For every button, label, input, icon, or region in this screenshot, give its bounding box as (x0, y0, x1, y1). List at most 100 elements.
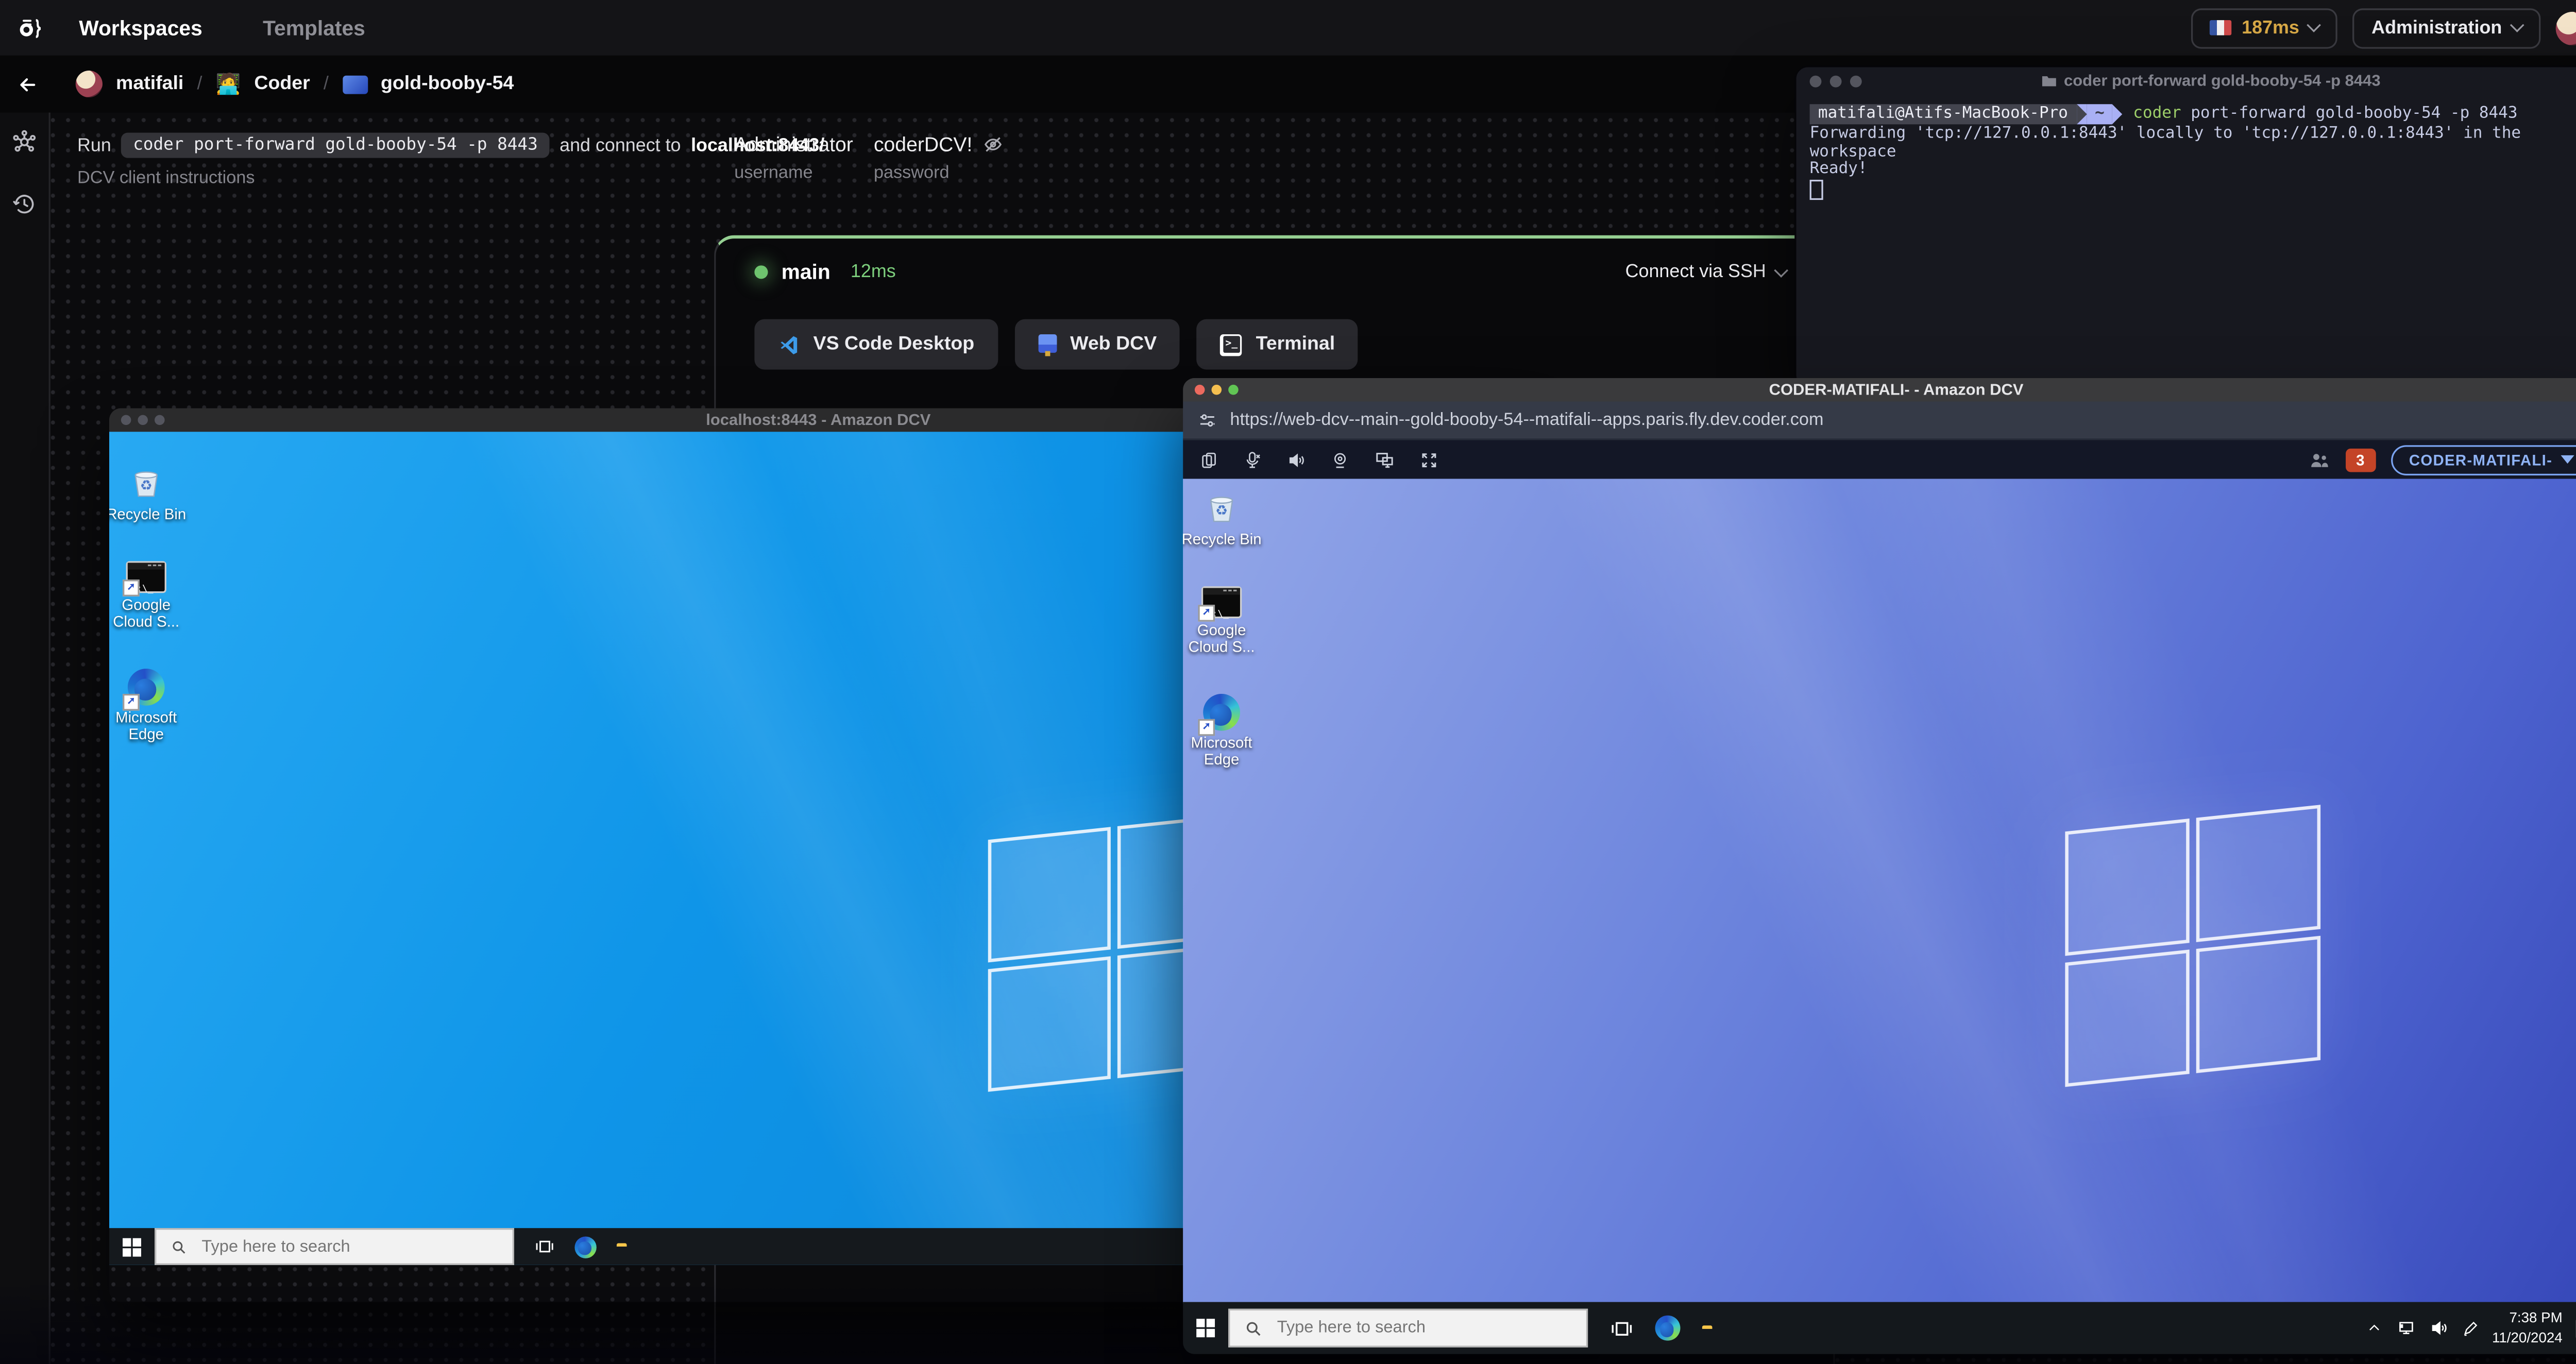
url-text[interactable]: https://web-dcv--main--gold-booby-54--ma… (1230, 410, 2564, 430)
web-dcv-button[interactable]: Web DCV (1014, 319, 1180, 370)
terminal-label: Terminal (1256, 334, 1335, 355)
site-info-icon[interactable] (1198, 411, 1216, 429)
windows-taskbar-web: 7:38 PM 11/20/2024 1 (1183, 1302, 2576, 1354)
connect-via-ssh-label: Connect via SSH (1625, 262, 1766, 282)
start-button[interactable] (1196, 1319, 1215, 1338)
agent-row: main 12ms Connect via SSH (716, 238, 1833, 284)
windows-hero-logo (2065, 805, 2321, 1087)
eye-off-icon[interactable] (982, 134, 1003, 155)
password-value[interactable]: coderDCV! (874, 133, 972, 157)
breadcrumb-user[interactable]: matifali (116, 74, 183, 94)
coder-topbar: Workspaces Templates 187ms Administratio… (0, 0, 2576, 57)
user-avatar[interactable] (2555, 11, 2576, 45)
dropdown-triangle-icon (2561, 455, 2574, 464)
terminal-output-line: Ready! (1809, 159, 1868, 178)
desktop-icon-microsoft-edge[interactable]: ➚ Microsoft Edge (1183, 693, 1265, 769)
tray-chevron-icon[interactable] (2366, 1321, 2383, 1336)
latency-menu[interactable]: 187ms (2191, 7, 2338, 48)
displays-icon[interactable] (1375, 449, 1395, 469)
username-value[interactable]: Administrator (734, 133, 853, 157)
wallpaper-beam (1183, 479, 2576, 1304)
terminal-window: coder port-forward gold-booby-54 -p 8443… (1794, 65, 2576, 388)
agent-status-dot (754, 265, 768, 279)
terminal-icon: >_ (1221, 333, 1243, 355)
network-icon[interactable] (2396, 1319, 2416, 1337)
breadcrumb-workspace[interactable]: gold-booby-54 (381, 74, 514, 94)
command-prompt-icon: C:\_ ➚ (123, 560, 166, 596)
icon-label: Google Cloud S... (1188, 621, 1255, 656)
administration-menu[interactable]: Administration (2353, 7, 2541, 48)
history-icon[interactable] (12, 192, 37, 217)
workspace-thumbnail-icon (342, 75, 367, 94)
org-icon: 🧑‍💻 (215, 72, 241, 96)
desktop-icon-recycle-bin[interactable]: ♻ Recycle Bin (109, 465, 190, 523)
icon-label: Recycle Bin (109, 505, 187, 523)
password-field: coderDCV! password (874, 133, 1003, 183)
breadcrumb-separator: / (323, 74, 329, 94)
pen-icon[interactable] (2462, 1320, 2479, 1337)
speaker-icon[interactable] (1287, 449, 1306, 469)
clock-date: 11/20/2024 (2492, 1328, 2563, 1345)
workspace-sidebar (0, 112, 50, 1364)
chevron-down-icon (2307, 18, 2322, 32)
fullscreen-icon[interactable] (1420, 449, 1438, 469)
password-label: password (873, 163, 950, 183)
search-input[interactable] (1274, 1317, 1499, 1339)
nav-workspaces[interactable]: Workspaces (79, 16, 202, 40)
webcam-icon[interactable] (1331, 449, 1349, 469)
connect-middle: and connect to (560, 135, 681, 156)
username-field: Administrator username (734, 133, 853, 183)
shortcut-arrow-icon: ➚ (123, 693, 140, 711)
vscode-desktop-label: VS Code Desktop (813, 334, 975, 355)
clipboard-icon[interactable] (1200, 449, 1218, 469)
run-prefix: Run (77, 135, 111, 156)
desktop-icon-google-cloud-sdk[interactable]: C:\_ ➚ Google Cloud S... (1183, 585, 1265, 657)
start-button[interactable] (123, 1237, 141, 1256)
shortcut-arrow-icon: ➚ (123, 578, 140, 596)
folder-icon (2042, 76, 2057, 87)
terminal-titlebar[interactable]: coder port-forward gold-booby-54 -p 8443 (1797, 67, 2576, 94)
france-flag-icon (2210, 20, 2232, 36)
latency-value: 187ms (2242, 18, 2299, 38)
svg-text:♻: ♻ (140, 478, 152, 493)
desktop-icon-microsoft-edge[interactable]: ➚ Microsoft Edge (109, 668, 190, 744)
breadcrumb-org[interactable]: Coder (254, 74, 310, 94)
collaborators-icon[interactable] (2308, 449, 2330, 469)
back-arrow-icon[interactable] (17, 73, 39, 95)
task-view-icon[interactable] (1609, 1316, 1633, 1340)
shortcut-arrow-icon: ➚ (1198, 719, 1215, 736)
search-icon (1246, 1321, 1261, 1335)
terminal-content[interactable]: matifali@Atifs-MacBook-Pro ~ coder port-fo… (1797, 94, 2576, 209)
connect-via-ssh-button[interactable]: Connect via SSH (1625, 262, 1789, 282)
taskbar-search[interactable] (155, 1228, 515, 1265)
chevron-down-icon (2510, 18, 2524, 32)
task-view-icon[interactable] (534, 1236, 554, 1256)
dcv-client-instructions-link[interactable]: DCV client instructions (77, 168, 824, 188)
taskbar-edge[interactable] (1655, 1315, 1681, 1341)
username-label: username (734, 163, 813, 183)
desktop-icon-google-cloud-sdk[interactable]: C:\_ ➚ Google Cloud S... (109, 560, 190, 632)
dcv-web-titlebar[interactable]: CODER-MATIFALI- - Amazon DCV (1183, 378, 2576, 402)
screen: Workspaces Templates 187ms Administratio… (0, 0, 2576, 1364)
port-forward-command[interactable]: coder port-forward gold-booby-54 -p 8443 (121, 132, 550, 158)
microphone-muted-icon[interactable] (1243, 449, 1262, 469)
agent-apps: VS Code Desktop Web DCV >_ Terminal (716, 284, 1833, 370)
desktop-icon-recycle-bin[interactable]: ♻ Recycle Bin (1183, 490, 1265, 549)
resources-icon[interactable] (12, 129, 37, 155)
vscode-desktop-button[interactable]: VS Code Desktop (754, 319, 998, 370)
taskbar-clock[interactable]: 7:38 PM 11/20/2024 (2492, 1309, 2563, 1346)
coder-logo-icon[interactable] (15, 12, 45, 43)
search-icon (173, 1240, 185, 1253)
chevron-down-icon (1774, 262, 1789, 277)
terminal-button[interactable]: >_ Terminal (1197, 319, 1359, 370)
command-name: coder (2133, 104, 2181, 123)
taskbar-edge[interactable] (574, 1235, 597, 1258)
remote-desktop-web[interactable]: ♻ Recycle Bin C:\_ ➚ Google Cloud S... ➚ … (1183, 479, 2576, 1304)
session-menu-button[interactable]: CODER-MATIFALI- (2391, 444, 2576, 475)
search-input[interactable] (198, 1235, 423, 1258)
prompt-host: matifali@Atifs-MacBook-Pro (1809, 104, 2077, 125)
connections-badge[interactable]: 3 (2345, 448, 2376, 471)
volume-icon[interactable] (2430, 1319, 2448, 1337)
nav-templates[interactable]: Templates (263, 16, 365, 40)
taskbar-search[interactable] (1228, 1308, 1588, 1348)
